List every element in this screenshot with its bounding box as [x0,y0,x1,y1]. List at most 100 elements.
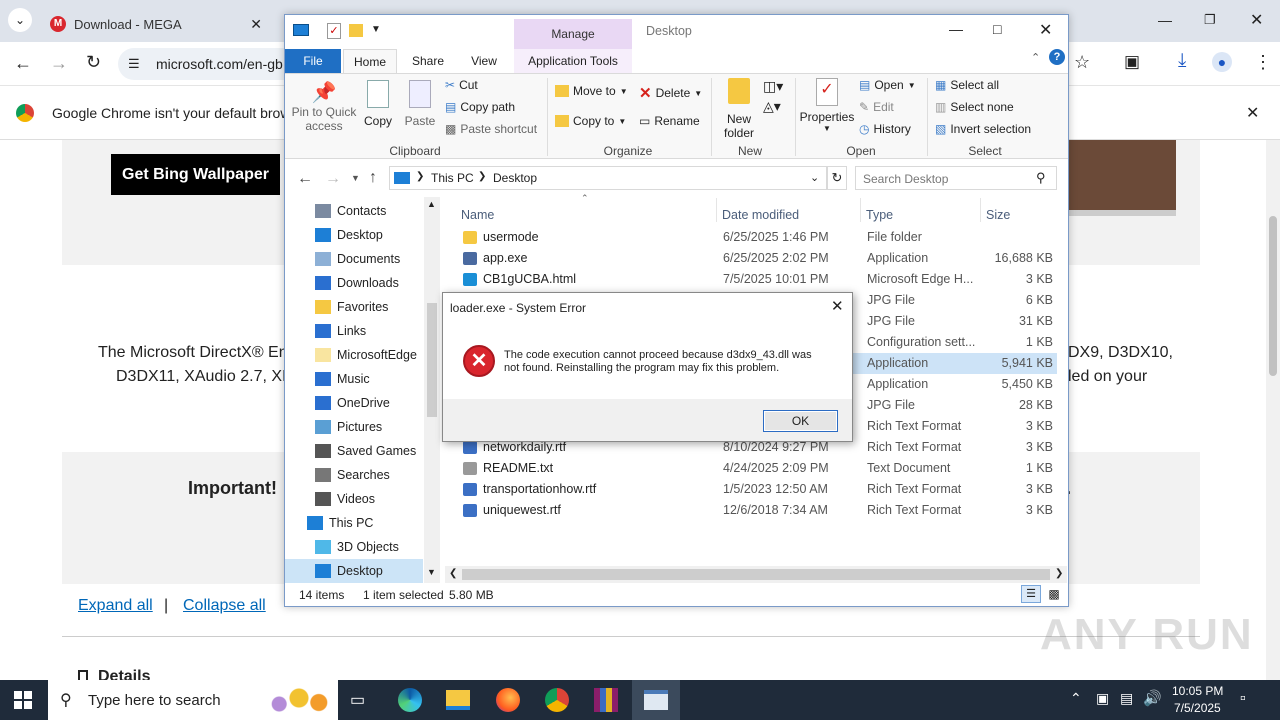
close-icon[interactable]: ✕ [1246,103,1259,123]
chevron-down-icon[interactable]: ⌄ [810,171,819,184]
expand-all-link[interactable]: Expand all [78,597,153,615]
edge-icon[interactable] [398,688,422,712]
close-icon[interactable]: ✕ [250,16,262,33]
minimize-icon[interactable]: — [949,21,963,37]
collapse-ribbon-icon[interactable]: ⌃ [1031,51,1040,64]
recent-locations-icon[interactable]: ▼ [351,173,360,183]
tab-application-tools[interactable]: Application Tools [514,49,632,73]
new-folder-icon[interactable] [349,24,363,37]
paste-shortcut-button[interactable]: ▩ Paste shortcut [445,122,537,136]
tab-list-button[interactable]: ⌄ [8,8,32,32]
maximize-icon[interactable]: □ [993,21,1001,37]
copy-to-button[interactable]: Copy to ▼ [555,114,626,128]
firefox-icon[interactable] [496,688,520,712]
browser-tab[interactable]: M Download - MEGA ✕ [38,6,274,42]
horizontal-scrollbar[interactable]: ❮ ❯ [445,566,1067,583]
column-date[interactable]: Date modified [722,208,799,222]
move-to-button[interactable]: Move to ▼ [555,84,628,98]
tab-file[interactable]: File [285,49,341,73]
show-hidden-icons[interactable]: ⌃ [1070,690,1082,707]
close-icon[interactable]: ✕ [1039,20,1052,40]
file-row[interactable]: transportationhow.rtf 1/5/2023 12:50 AM Ri… [445,479,1057,500]
new-folder-button[interactable]: New folder [719,78,759,140]
quick-access-dropdown-icon[interactable]: ▼ [371,24,381,35]
volume-icon[interactable]: 🔊 [1143,689,1162,707]
new-item-icon[interactable]: ◫▾ [763,78,783,95]
manage-context-tab[interactable]: Manage [514,19,632,49]
copy-button[interactable]: Copy [361,80,395,128]
taskbar-search[interactable]: ⚲ Type here to search [48,680,338,720]
chrome-taskbar-icon[interactable] [545,688,569,712]
file-row[interactable]: README.txt 4/24/2025 2:09 PM Text Document… [445,458,1057,479]
help-icon[interactable]: ? [1049,49,1065,65]
edit-button[interactable]: ✎ Edit [859,100,894,114]
network-icon[interactable]: ▣ [1096,690,1109,707]
task-view-icon[interactable]: ▭ [350,690,365,710]
menu-icon[interactable]: ⋮ [1254,52,1272,73]
refresh-icon[interactable]: ↻ [827,166,847,190]
pin-quick-access-button[interactable]: 📌 Pin to Quick access [291,80,357,133]
history-button[interactable]: ◷ History [859,122,911,136]
page-scrollbar[interactable] [1266,140,1280,680]
search-box[interactable]: Search Desktop ⚲ [855,166,1057,190]
breadcrumb-desktop[interactable]: Desktop [493,171,537,185]
forward-arrow-icon[interactable]: → [325,170,341,188]
rename-button[interactable]: ▭ Rename [639,114,700,128]
tab-share[interactable]: Share [403,49,453,73]
clock-time[interactable]: 10:05 PM [1172,684,1223,698]
windows-start-icon[interactable] [14,691,32,709]
column-size[interactable]: Size [986,208,1010,222]
easy-access-icon[interactable]: ◬▾ [763,98,781,115]
column-name[interactable]: Name [461,208,494,222]
select-all-button[interactable]: ▦ Select all [935,78,999,92]
notifications-icon[interactable]: ▫ [1240,690,1246,708]
invert-selection-button[interactable]: ▧ Invert selection [935,122,1031,136]
select-all-icon: ▦ [935,78,947,92]
site-info-icon[interactable]: ☰ [128,56,140,72]
organize-group-label: Organize [603,144,653,158]
paste-button[interactable]: Paste [403,80,437,128]
close-window-icon[interactable]: ✕ [1250,10,1263,30]
breadcrumb-this-pc[interactable]: This PC [431,171,474,185]
copy-path-button[interactable]: ▤ Copy path [445,100,515,114]
address-bar[interactable]: ☰ microsoft.com/en-gb [118,48,298,80]
forward-icon[interactable]: → [50,53,68,74]
tab-home[interactable]: Home [343,49,397,73]
extensions-icon[interactable]: ▣ [1124,52,1140,72]
minimize-icon[interactable]: — [1158,12,1172,28]
properties-icon[interactable]: ✓ [327,23,341,39]
ethernet-icon[interactable]: ▤ [1120,690,1133,707]
details-view-icon[interactable]: ☰ [1021,585,1041,603]
delete-button[interactable]: ✕ Delete ▼ [639,84,702,102]
cut-button[interactable]: ✂ Cut [445,78,478,92]
column-type[interactable]: Type [866,208,893,222]
file-explorer-taskbar-icon[interactable] [446,690,470,710]
close-icon[interactable]: ✕ [831,297,844,315]
back-icon[interactable]: ← [14,53,32,74]
winrar-icon[interactable] [594,688,618,712]
clock-date[interactable]: 7/5/2025 [1174,701,1221,715]
properties-button[interactable]: ✓ Properties ▼ [799,78,855,133]
file-row[interactable]: app.exe 6/25/2025 2:02 PM Application 16,68… [445,248,1057,269]
file-row[interactable]: usermode 6/25/2025 1:46 PM File folder [445,227,1057,248]
download-icon[interactable]: ⤓ [1178,50,1186,72]
select-none-button[interactable]: ▥ Select none [935,100,1014,114]
up-arrow-icon[interactable]: ↑ [369,169,377,187]
address-breadcrumb[interactable]: ❯ This PC ❯ Desktop ⌄ [389,166,827,190]
nav-item[interactable]: Contacts [315,199,386,223]
file-row[interactable]: uniquewest.rtf 12/6/2018 7:34 AM Rich Text… [445,500,1057,521]
details-heading[interactable]: Details [78,668,150,680]
reload-icon[interactable]: ↻ [86,52,101,73]
restore-icon[interactable]: ❐ [1204,12,1216,28]
ok-button[interactable]: OK [763,410,838,432]
tab-view[interactable]: View [461,49,507,73]
back-arrow-icon[interactable]: ← [297,170,313,188]
active-app-highlight[interactable] [632,680,680,720]
get-bing-wallpaper-button[interactable]: Get Bing Wallpaper [111,154,280,195]
profile-icon[interactable]: ● [1212,52,1232,72]
open-button[interactable]: ▤ Open ▼ [859,78,916,92]
collapse-all-link[interactable]: Collapse all [183,597,266,615]
file-row[interactable]: CB1gUCBA.html 7/5/2025 10:01 PM Microsoft … [445,269,1057,290]
bookmark-star-icon[interactable]: ☆ [1074,52,1090,73]
large-icons-view-icon[interactable]: ▩ [1045,585,1063,603]
